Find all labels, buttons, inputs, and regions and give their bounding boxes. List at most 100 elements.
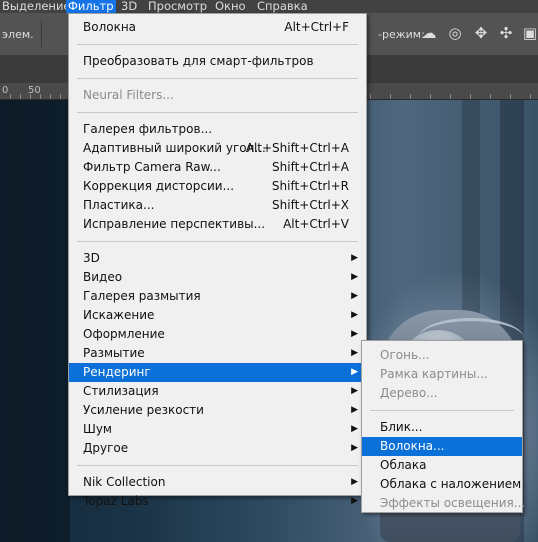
menu-separator [370,410,514,411]
menu-item-label: Дерево... [380,386,438,400]
menu-item[interactable]: Усиление резкости ▶ [69,401,366,420]
menu-item-label: Фильтр Camera Raw... [83,160,221,174]
menu-item-label: Коррекция дисторсии... [83,179,235,193]
menu-item-label: Шум [83,422,112,436]
menu-item[interactable]: Nik Collection ▶ [69,473,366,492]
menu-item-label: Волокна... [380,439,445,453]
menu-item-label: Topaz Labs [83,494,149,508]
menu-item-label: Эффекты освещения... [380,496,526,510]
menu-item-label: Облака с наложением [380,477,522,491]
menu-item[interactable]: Исправление перспективы... Alt+Ctrl+V [69,215,366,234]
submenu-arrow-icon: ▶ [351,253,358,263]
menu-help[interactable]: Справка [257,0,308,13]
menu-item: Neural Filters... [69,86,366,105]
menu-item-label: Видео [83,270,123,284]
submenu-arrow-icon: ▶ [351,348,358,358]
menu-item-label: Исправление перспективы... [83,217,266,231]
menu-item-shortcut: Shift+Ctrl+R [271,179,349,193]
menu-separator [77,241,358,242]
menu-item[interactable]: Коррекция дисторсии... Shift+Ctrl+R [69,177,366,196]
menu-item[interactable]: Рендеринг ▶ [69,363,366,382]
submenu-arrow-icon: ▶ [351,367,358,377]
menu-item: Дерево... [362,384,522,403]
menu-item[interactable]: Шум ▶ [69,420,366,439]
menu-item[interactable]: Облака [362,456,522,475]
menu-item-label: Искажение [83,308,155,322]
menu-item-label: Оформление [83,327,165,341]
submenu-arrow-icon: ▶ [351,310,358,320]
submenu-arrow-icon: ▶ [351,386,358,396]
menu-item-label: Волокна [83,20,137,34]
menu-item[interactable]: Волокна Alt+Ctrl+F [69,18,366,37]
menu-item-label: Другое [83,441,129,455]
orbit-icon[interactable]: ☁ [420,24,438,42]
submenu-arrow-icon: ▶ [351,405,358,415]
menu-item-label: Neural Filters... [83,88,174,102]
menu-item-label: 3D [83,251,100,265]
menu-item[interactable]: Галерея размытия ▶ [69,287,366,306]
menu-item-shortcut: Alt+Shift+Ctrl+A [245,141,349,155]
menu-item[interactable]: Галерея фильтров... [69,120,366,139]
submenu-arrow-icon: ▶ [351,477,358,487]
menu-item-label: Стилизация [83,384,159,398]
slide-icon[interactable]: ✣ [497,24,515,42]
menu-item[interactable]: Пластика... Shift+Ctrl+X [69,196,366,215]
menu-item-shortcut: Alt+Ctrl+F [284,20,349,34]
menu-item[interactable]: Блик... [362,418,522,437]
menu-item[interactable]: Стилизация ▶ [69,382,366,401]
menu-item[interactable]: Преобразовать для смарт-фильтров [69,52,366,71]
menu-item: Эффекты освещения... [362,494,526,513]
options-label: элем. [2,28,34,41]
roll-icon[interactable]: ◎ [446,24,464,42]
menu-item-shortcut: Alt+Ctrl+V [283,217,349,231]
menu-item-label: Рамка картины... [380,367,488,381]
filter-menu: Волокна Alt+Ctrl+F Преобразовать для смарт… [68,13,367,508]
mode-label: -режим: [378,28,425,41]
menu-item-label: Огонь... [380,348,430,362]
menu-item[interactable]: Оформление ▶ [69,325,366,344]
menu-item-label: Рендеринг [83,365,151,379]
menu-separator [77,78,358,79]
menu-window[interactable]: Окно [215,0,246,13]
menu-item-label: Размытие [83,346,145,360]
menu-separator [77,465,358,466]
menu-item[interactable]: Фильтр Camera Raw... Shift+Ctrl+A [69,158,366,177]
menu-item-shortcut: Shift+Ctrl+X [272,198,349,212]
menu-item-label: Галерея фильтров... [83,122,213,136]
menu-item-label: Облака [380,458,427,472]
menu-item[interactable]: Искажение ▶ [69,306,366,325]
menu-filter[interactable]: Фильтр [66,0,116,13]
menu-3d[interactable]: 3D [121,0,137,13]
menu-item[interactable]: Другое ▶ [69,439,366,458]
scale-icon[interactable]: ▣ [521,24,538,42]
menu-item[interactable]: Облака с наложением [362,475,522,494]
menu-item[interactable]: Адаптивный широкий угол... Alt+Shift+Ctrl… [69,139,366,158]
menu-bar: Выделение Фильтр 3D Просмотр Окно Справк… [0,0,538,13]
menu-item-label: Nik Collection [83,475,166,489]
submenu-arrow-icon: ▶ [351,272,358,282]
menu-item[interactable]: Topaz Labs ▶ [69,492,366,511]
submenu-arrow-icon: ▶ [351,291,358,301]
menu-item-shortcut: Shift+Ctrl+A [272,160,349,174]
menu-item[interactable]: Размытие ▶ [69,344,366,363]
menu-view[interactable]: Просмотр [148,0,207,13]
menu-item[interactable]: Видео ▶ [69,268,366,287]
render-submenu: Огонь... Рамка картины... Дерево... Блик...… [361,340,526,513]
menu-item: Огонь... [362,346,522,365]
submenu-arrow-icon: ▶ [351,496,358,506]
background-tree [0,100,70,542]
pan-icon[interactable]: ✥ [472,24,490,42]
menu-item[interactable]: Волокна... [362,437,522,456]
menu-separator [77,112,358,113]
menu-select[interactable]: Выделение [2,0,71,13]
menu-separator [77,44,358,45]
divider [41,21,42,47]
menu-item-label: Преобразовать для смарт-фильтров [83,54,314,68]
submenu-arrow-icon: ▶ [351,443,358,453]
menu-item-label: Блик... [380,420,423,434]
submenu-arrow-icon: ▶ [351,424,358,434]
menu-item-label: Усиление резкости [83,403,204,417]
submenu-arrow-icon: ▶ [351,329,358,339]
menu-item-label: Галерея размытия [83,289,201,303]
menu-item[interactable]: 3D ▶ [69,249,366,268]
